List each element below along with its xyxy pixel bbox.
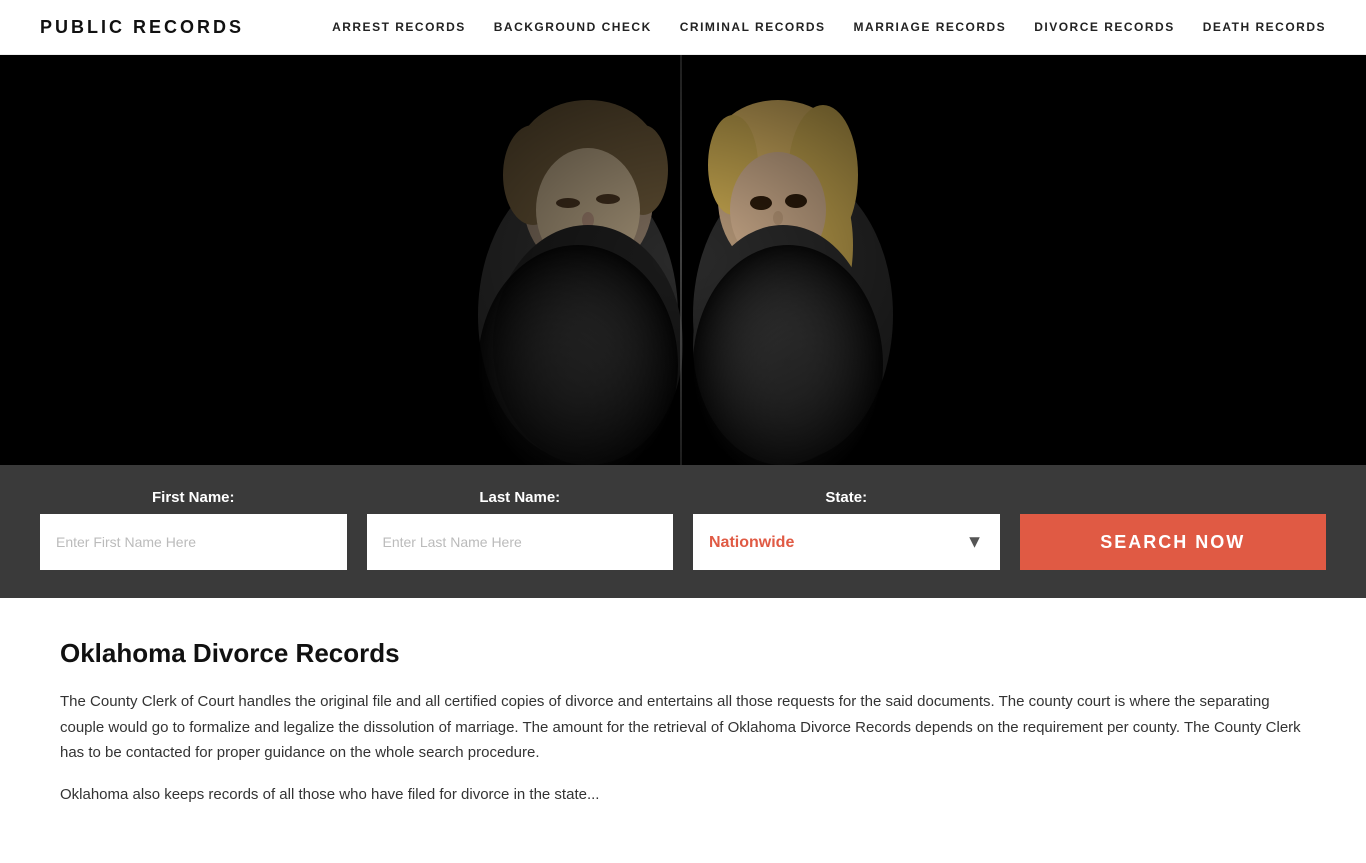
nav-background-check[interactable]: BACKGROUND CHECK	[494, 20, 652, 34]
state-select[interactable]: NationwideAlabamaAlaskaArizonaArkansasCa…	[693, 514, 1000, 570]
nav-arrest-records[interactable]: ARREST RECORDS	[332, 20, 466, 34]
content-section: Oklahoma Divorce Records The County Cler…	[0, 598, 1366, 863]
last-name-input[interactable]	[367, 514, 674, 570]
first-name-field: First Name:	[40, 489, 347, 570]
search-bar: First Name: Last Name: State: Nationwide…	[0, 465, 1366, 598]
nav-criminal-records[interactable]: CRIMINAL RECORDS	[680, 20, 826, 34]
content-heading: Oklahoma Divorce Records	[60, 638, 1306, 669]
state-field: State: NationwideAlabamaAlaskaArizonaArk…	[693, 489, 1000, 570]
nav-death-records[interactable]: DEATH RECORDS	[1203, 20, 1326, 34]
site-logo: PUBLIC RECORDS	[40, 17, 244, 38]
last-name-field: Last Name:	[367, 489, 674, 570]
state-label: State:	[693, 489, 1000, 506]
state-select-wrapper: NationwideAlabamaAlaskaArizonaArkansasCa…	[693, 514, 1000, 570]
last-name-label: Last Name:	[367, 489, 674, 506]
site-header: PUBLIC RECORDS ARREST RECORDS BACKGROUND…	[0, 0, 1366, 55]
hero-section	[0, 55, 1366, 465]
nav-marriage-records[interactable]: MARRIAGE RECORDS	[854, 20, 1007, 34]
first-name-label: First Name:	[40, 489, 347, 506]
first-name-input[interactable]	[40, 514, 347, 570]
search-now-button[interactable]: SEARCH NOW	[1020, 514, 1327, 570]
hero-image	[403, 55, 963, 465]
content-paragraph-2: Oklahoma also keeps records of all those…	[60, 782, 1306, 808]
nav-divorce-records[interactable]: DIVORCE RECORDS	[1034, 20, 1175, 34]
main-nav: ARREST RECORDS BACKGROUND CHECK CRIMINAL…	[332, 20, 1326, 34]
search-button-wrapper: SEARCH NOW	[1020, 514, 1327, 570]
content-paragraph-1: The County Clerk of Court handles the or…	[60, 689, 1306, 766]
